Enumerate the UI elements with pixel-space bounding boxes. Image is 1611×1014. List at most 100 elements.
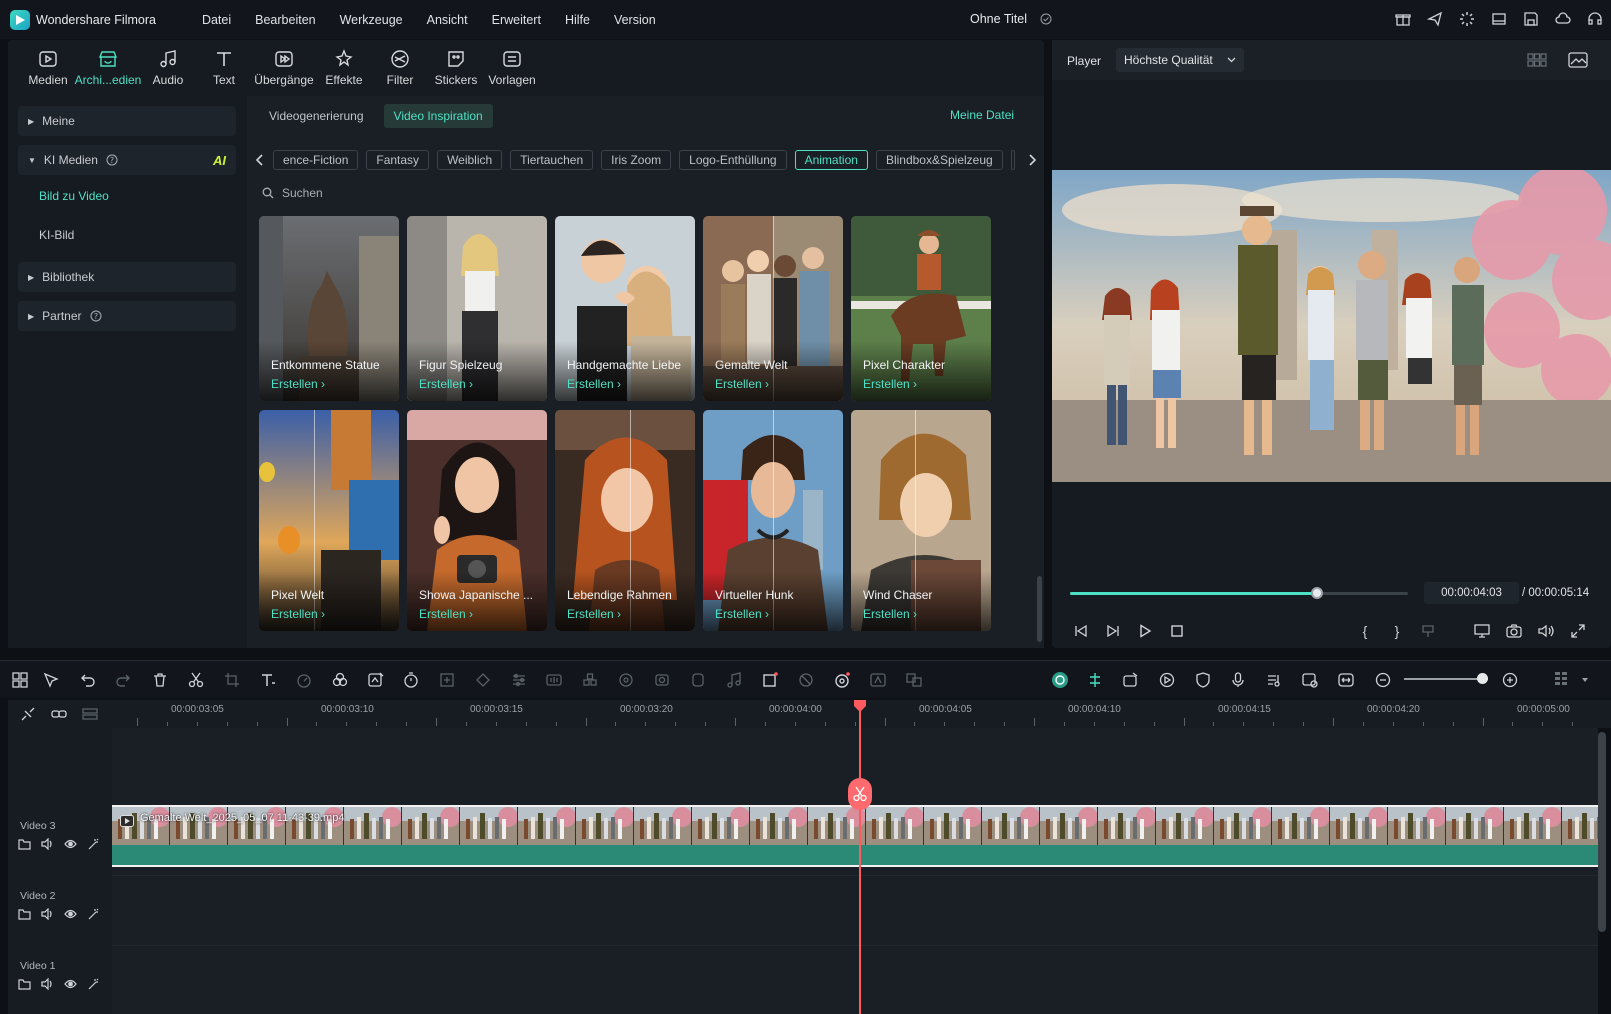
eye-icon[interactable]	[64, 908, 77, 920]
tab-archi-medien[interactable]: Archi...edien	[75, 40, 141, 96]
template-card[interactable]: Virtueller Hunk Erstellen ›	[703, 410, 843, 631]
template-card[interactable]: Showa Japanische ... Erstellen ›	[407, 410, 547, 631]
subtab-videogenerierung[interactable]: Videogenerierung	[259, 104, 374, 128]
audio-mix-icon[interactable]	[1264, 670, 1284, 690]
create-link[interactable]: Erstellen ›	[419, 607, 473, 621]
group-icon[interactable]	[580, 670, 600, 690]
search-input[interactable]: Suchen	[282, 186, 323, 200]
chip-blindbox-spielzeug[interactable]: Blindbox&Spielzeug	[875, 150, 1003, 170]
chip-animation[interactable]: Animation	[794, 150, 868, 170]
sidebar-item-bild-zu-video[interactable]: Bild zu Video	[39, 189, 109, 203]
track-manager-icon[interactable]	[82, 706, 98, 722]
chip-science-fiction[interactable]: ence-Fiction	[273, 150, 359, 170]
template-card[interactable]: Handgemachte Liebe Erstellen ›	[555, 216, 695, 401]
motion-icon[interactable]	[616, 670, 636, 690]
smart-cutout-icon[interactable]	[1050, 670, 1070, 690]
menu-datei[interactable]: Datei	[190, 13, 243, 27]
link-icon[interactable]	[51, 706, 67, 722]
create-link[interactable]: Erstellen ›	[271, 607, 325, 621]
sidebar-group-bibliothek[interactable]: ▶ Bibliothek	[18, 262, 236, 292]
grid-view-icon[interactable]	[1527, 52, 1547, 68]
save-icon[interactable]	[1521, 9, 1541, 29]
ai-tool-icon[interactable]	[832, 670, 852, 690]
chip-iris-zoom[interactable]: Iris Zoom	[601, 150, 672, 170]
stop-icon[interactable]	[1167, 621, 1187, 641]
template-card[interactable]: Pixel Charakter Erstellen ›	[851, 216, 991, 401]
tab-vorlagen[interactable]: Vorlagen	[484, 40, 540, 96]
magic-icon[interactable]	[87, 978, 100, 990]
mark-in-button[interactable]: {	[1355, 621, 1375, 641]
delete-icon[interactable]	[150, 670, 170, 690]
tab-audio[interactable]: Audio	[140, 40, 196, 96]
speaker-icon[interactable]	[41, 838, 54, 850]
redo-icon[interactable]	[113, 670, 133, 690]
headset-icon[interactable]	[1585, 9, 1605, 29]
template-card[interactable]: Pixel Welt Erstellen ›	[259, 410, 399, 631]
chip-weiblich[interactable]: Weiblich	[437, 150, 503, 170]
resize-icon[interactable]	[760, 670, 780, 690]
render-icon[interactable]	[1121, 670, 1141, 690]
subtab-video-inspiration[interactable]: Video Inspiration	[383, 104, 493, 128]
menu-version[interactable]: Version	[602, 13, 668, 27]
video-preview[interactable]	[1052, 170, 1611, 482]
menu-ansicht[interactable]: Ansicht	[415, 13, 480, 27]
fullscreen-icon[interactable]	[1568, 621, 1588, 641]
scissors-icon[interactable]	[186, 670, 206, 690]
display-icon[interactable]	[1472, 621, 1492, 641]
help-icon[interactable]: ?	[90, 310, 102, 322]
sidebar-group-meine[interactable]: ▶ Meine	[18, 106, 236, 136]
menu-bearbeiten[interactable]: Bearbeiten	[243, 13, 327, 27]
prev-frame-icon[interactable]	[1071, 621, 1091, 641]
tab-stickers[interactable]: Stickers	[428, 40, 484, 96]
create-link[interactable]: Erstellen ›	[863, 607, 917, 621]
ai-edit-icon[interactable]	[366, 670, 386, 690]
chip-tiertauchen[interactable]: Tiertauchen	[510, 150, 594, 170]
cloud-icon[interactable]	[1553, 9, 1573, 29]
send-icon[interactable]	[1425, 9, 1445, 29]
create-link[interactable]: Erstellen ›	[567, 377, 621, 391]
playhead[interactable]	[859, 700, 861, 1014]
timeline-scrollbar[interactable]	[1598, 732, 1606, 932]
template-card[interactable]: Figur Spielzeug Erstellen ›	[407, 216, 547, 401]
select-tool-icon[interactable]	[41, 670, 61, 690]
crop-icon[interactable]	[222, 670, 242, 690]
layout-grid-icon[interactable]	[10, 670, 30, 690]
adjust-icon[interactable]	[509, 670, 529, 690]
search-box[interactable]: Suchen	[262, 186, 323, 200]
menu-hilfe[interactable]: Hilfe	[553, 13, 602, 27]
folder-icon[interactable]	[18, 908, 31, 920]
eye-icon[interactable]	[64, 838, 77, 850]
tab-text[interactable]: Text	[196, 40, 252, 96]
chevron-left-icon[interactable]	[251, 150, 269, 170]
create-link[interactable]: Erstellen ›	[271, 377, 325, 391]
audio-wave-icon[interactable]	[544, 670, 564, 690]
speaker-icon[interactable]	[41, 978, 54, 990]
create-link[interactable]: Erstellen ›	[715, 607, 769, 621]
magic-icon[interactable]	[87, 908, 100, 920]
stabilize-icon[interactable]	[652, 670, 672, 690]
caret-down-icon[interactable]	[1575, 670, 1595, 690]
library-scrollbar[interactable]	[1037, 576, 1042, 642]
template-card[interactable]: Lebendige Rahmen Erstellen ›	[555, 410, 695, 631]
template-card[interactable]: Wind Chaser Erstellen ›	[851, 410, 991, 631]
folder-icon[interactable]	[18, 838, 31, 850]
gift-icon[interactable]	[1393, 9, 1413, 29]
fit-timeline-icon[interactable]	[1336, 670, 1356, 690]
create-link[interactable]: Erstellen ›	[567, 607, 621, 621]
zoom-slider-track[interactable]	[1404, 678, 1488, 680]
chip-overflow[interactable]	[1010, 150, 1015, 170]
chevron-right-icon[interactable]	[1023, 150, 1041, 170]
mark-out-button[interactable]: }	[1387, 621, 1407, 641]
next-frame-icon[interactable]	[1103, 621, 1123, 641]
playback-speed-icon[interactable]	[1157, 670, 1177, 690]
layout-icon[interactable]	[1489, 9, 1509, 29]
track-area[interactable]	[112, 728, 1598, 1014]
tab-medien[interactable]: Medien	[20, 40, 76, 96]
quality-select[interactable]: Höchste Qualität	[1116, 48, 1244, 72]
play-icon[interactable]	[1135, 621, 1155, 641]
template-card[interactable]: Gemalte Welt Erstellen ›	[703, 216, 843, 401]
fit-icon[interactable]	[437, 670, 457, 690]
split-at-playhead-button[interactable]	[848, 778, 872, 810]
create-link[interactable]: Erstellen ›	[715, 377, 769, 391]
music-tool-icon[interactable]	[724, 670, 744, 690]
